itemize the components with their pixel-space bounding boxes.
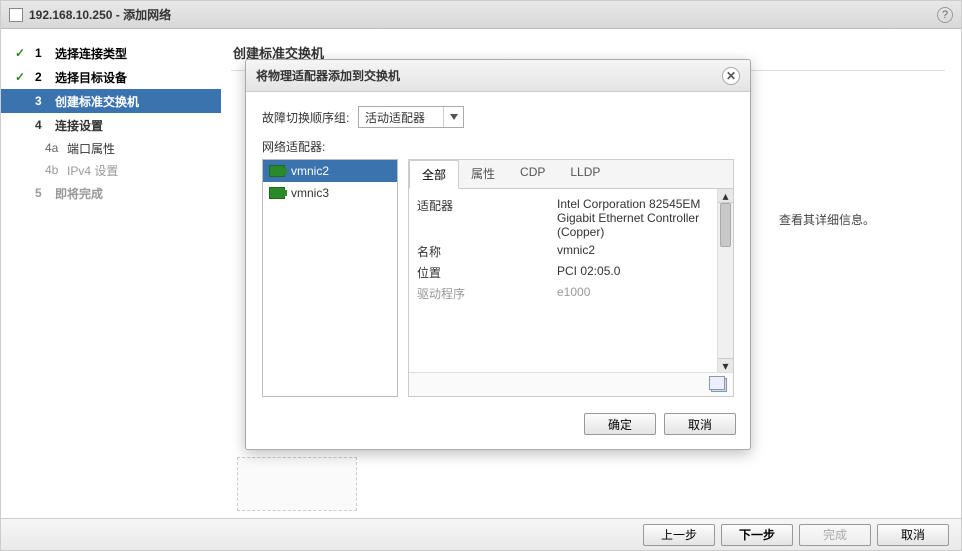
tab-properties[interactable]: 属性	[459, 160, 508, 188]
wizard-substep-label: IPv4 设置	[67, 162, 118, 179]
scroll-down-icon[interactable]: ▾	[718, 358, 733, 372]
host-icon	[9, 8, 23, 22]
prop-value: Intel Corporation 82545EM Gigabit Ethern…	[557, 197, 725, 239]
nic-icon	[269, 187, 285, 199]
wizard-substep-4a[interactable]: 4a 端口属性	[1, 137, 221, 159]
next-button[interactable]: 下一步	[721, 524, 793, 546]
finish-button: 完成	[799, 524, 871, 546]
placeholder-box	[237, 457, 357, 511]
copy-toolbar	[409, 372, 733, 396]
adapter-item-vmnic2[interactable]: vmnic2	[263, 160, 397, 182]
dialog-ok-button[interactable]: 确定	[584, 413, 656, 435]
adapter-name: vmnic3	[291, 186, 329, 200]
wizard-step-5[interactable]: 5 即将完成	[1, 181, 221, 205]
cancel-button[interactable]: 取消	[877, 524, 949, 546]
dropdown-value: 活动适配器	[359, 109, 443, 126]
help-icon[interactable]: ?	[937, 7, 953, 23]
prop-key: 驱动程序	[417, 285, 557, 302]
adapter-detail-panel: 全部 属性 CDP LLDP 适配器 Intel Corporation 825…	[408, 159, 734, 397]
wizard-step-3[interactable]: 3 创建标准交换机	[1, 89, 221, 113]
wizard-substep-4b: 4b IPv4 设置	[1, 159, 221, 181]
wizard-step-label: 创建标准交换机	[55, 93, 139, 110]
chevron-down-icon[interactable]	[443, 107, 463, 127]
tab-all[interactable]: 全部	[409, 160, 459, 189]
prop-key: 位置	[417, 264, 557, 281]
wizard-step-2[interactable]: ✓ 2 选择目标设备	[1, 65, 221, 89]
wizard-step-label: 选择目标设备	[55, 69, 127, 86]
adapter-list[interactable]: vmnic2 vmnic3	[262, 159, 398, 397]
dialog-cancel-button[interactable]: 取消	[664, 413, 736, 435]
nic-icon	[269, 165, 285, 177]
add-adapter-dialog: 将物理适配器添加到交换机 ✕ 故障切换顺序组: 活动适配器 网络适配器: vmn…	[245, 59, 751, 450]
wizard-footer: 上一步 下一步 完成 取消	[1, 518, 961, 550]
wizard-nav: ✓ 1 选择连接类型 ✓ 2 选择目标设备 3 创建标准交换机 4 连接设置 4…	[1, 29, 221, 519]
detail-tabs: 全部 属性 CDP LLDP	[409, 160, 733, 189]
wizard-step-label: 选择连接类型	[55, 45, 127, 62]
prop-value: PCI 02:05.0	[557, 264, 725, 281]
tab-cdp[interactable]: CDP	[508, 160, 558, 188]
prop-row: 适配器 Intel Corporation 82545EM Gigabit Et…	[417, 195, 725, 241]
prop-value: vmnic2	[557, 243, 725, 260]
scroll-thumb[interactable]	[720, 203, 731, 247]
wizard-step-label: 连接设置	[55, 117, 103, 134]
back-button[interactable]: 上一步	[643, 524, 715, 546]
scroll-up-icon[interactable]: ▴	[718, 189, 733, 203]
detail-scrollbar[interactable]: ▴ ▾	[717, 189, 733, 372]
window-titlebar: 192.168.10.250 - 添加网络 ?	[1, 1, 961, 29]
failover-label: 故障切换顺序组:	[262, 109, 358, 126]
prop-key: 适配器	[417, 197, 557, 239]
window-title: 192.168.10.250 - 添加网络	[29, 6, 171, 23]
prop-row: 驱动程序 e1000	[417, 283, 725, 304]
adapter-name: vmnic2	[291, 164, 329, 178]
prop-row: 位置 PCI 02:05.0	[417, 262, 725, 283]
failover-group-dropdown[interactable]: 活动适配器	[358, 106, 464, 128]
adapter-item-vmnic3[interactable]: vmnic3	[263, 182, 397, 204]
content-hint: 查看其详细信息。	[771, 213, 875, 227]
prop-row: 名称 vmnic2	[417, 241, 725, 262]
copy-icon[interactable]	[711, 378, 727, 392]
wizard-step-1[interactable]: ✓ 1 选择连接类型	[1, 41, 221, 65]
wizard-step-label: 即将完成	[55, 185, 103, 202]
close-icon[interactable]: ✕	[722, 67, 740, 85]
wizard-substep-label: 端口属性	[67, 140, 115, 157]
detail-content: 适配器 Intel Corporation 82545EM Gigabit Et…	[409, 189, 733, 310]
check-icon: ✓	[15, 70, 29, 84]
wizard-step-4[interactable]: 4 连接设置	[1, 113, 221, 137]
check-icon: ✓	[15, 46, 29, 60]
prop-key: 名称	[417, 243, 557, 260]
prop-value: e1000	[557, 285, 725, 302]
tab-lldp[interactable]: LLDP	[558, 160, 613, 188]
adapters-label: 网络适配器:	[262, 138, 734, 155]
dialog-title: 将物理适配器添加到交换机	[256, 67, 400, 84]
dialog-titlebar: 将物理适配器添加到交换机 ✕	[246, 60, 750, 92]
